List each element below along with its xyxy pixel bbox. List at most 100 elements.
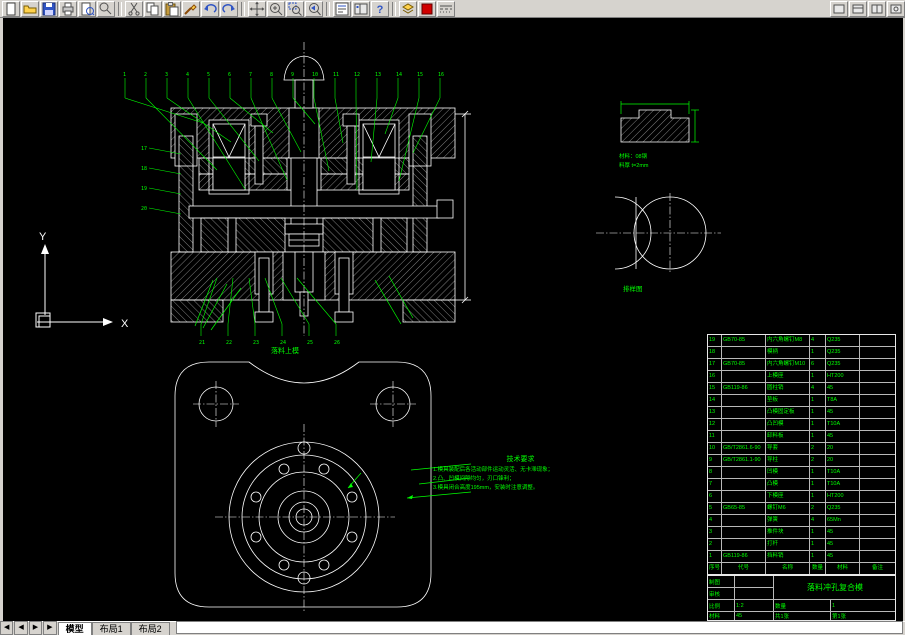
- parts-table-cell: GB119-86: [722, 383, 765, 394]
- workpiece-notes: 材料：08钢 料厚 t=2mm: [619, 153, 649, 171]
- parts-table-cell: 凹模: [766, 467, 809, 478]
- tab-layout2[interactable]: 布局2: [130, 622, 170, 635]
- tab-nav-first-button[interactable]: ◀: [0, 621, 14, 635]
- svg-text:11: 11: [333, 72, 339, 78]
- parts-table-cell: [722, 515, 765, 526]
- parts-table-cell: 1: [810, 431, 825, 442]
- parts-table-cell: [722, 431, 765, 442]
- copy-icon[interactable]: [144, 0, 162, 17]
- cut-icon[interactable]: [125, 0, 143, 17]
- tab-model[interactable]: 模型: [57, 622, 92, 635]
- toolbar: ?: [0, 0, 905, 18]
- parts-table-cell: GB70-85: [722, 335, 765, 346]
- match-properties-icon[interactable]: [182, 0, 200, 17]
- parts-table-cell: 螺钉M6: [766, 503, 809, 514]
- parts-table-cell: 卸料板: [766, 431, 809, 442]
- svg-text:?: ?: [377, 4, 384, 16]
- parts-table-cell: [860, 359, 895, 370]
- svg-text:19: 19: [141, 186, 147, 192]
- tab-layout1[interactable]: 布局1: [91, 622, 131, 635]
- parts-table-cell: 1: [810, 551, 825, 562]
- undo-icon[interactable]: [201, 0, 219, 17]
- svg-text:21: 21: [199, 340, 205, 346]
- toolbar-button[interactable]: [868, 0, 886, 17]
- title-block-label: 比例: [708, 600, 734, 611]
- toolbar-button[interactable]: [830, 0, 848, 17]
- parts-table-cell: 2: [708, 539, 721, 550]
- parts-table-cell: 4: [810, 383, 825, 394]
- strip-layout-label: 排样图: [623, 286, 643, 293]
- properties-icon[interactable]: [333, 0, 351, 17]
- svg-text:22: 22: [226, 340, 232, 346]
- parts-table-cell: 17: [708, 359, 721, 370]
- parts-table-cell: 4: [810, 335, 825, 346]
- parts-table-cell: 14: [708, 395, 721, 406]
- parts-table-cell: [860, 443, 895, 454]
- parts-table-cell: [722, 467, 765, 478]
- parts-table-cell: 45: [826, 383, 859, 394]
- zoom-previous-icon[interactable]: [305, 0, 323, 17]
- save-icon[interactable]: [40, 0, 58, 17]
- find-icon[interactable]: [97, 0, 115, 17]
- parts-table-cell: HT200: [826, 371, 859, 382]
- drawing-canvas[interactable]: 1 2 3 4 5 6 7 8 9 10 11 12 13 14 15 16 17 18 19 20 21 22 23 24 2…: [0, 18, 905, 621]
- print-icon[interactable]: [59, 0, 77, 17]
- parts-table-cell: 数量: [810, 563, 825, 574]
- zoom-window-icon[interactable]: [286, 0, 304, 17]
- redo-icon[interactable]: [220, 0, 238, 17]
- linetype-icon[interactable]: [437, 0, 455, 17]
- help-icon[interactable]: ?: [371, 0, 389, 17]
- tab-nav-last-button[interactable]: ▶: [43, 621, 57, 635]
- toolbar-button[interactable]: [887, 0, 905, 17]
- drawing-title: 落料冲孔复合模: [774, 576, 895, 599]
- parts-table-cell: 16: [708, 371, 721, 382]
- parts-table-cell: 2: [810, 503, 825, 514]
- horizontal-scrollbar[interactable]: [175, 621, 903, 634]
- parts-table-cell: 打杆: [766, 539, 809, 550]
- ucs-x-label: X: [121, 318, 129, 330]
- parts-table-cell: 1: [708, 551, 721, 562]
- strip-layout-view: [596, 193, 721, 273]
- tech-requirements: 技术要求 1.模具装配后各活动部件运动灵活、无卡滞现象； 2.凸、凹模间隙均匀，刃…: [433, 454, 608, 493]
- svg-text:23: 23: [253, 340, 259, 346]
- svg-text:2: 2: [144, 72, 147, 78]
- title-block-sheet-no: 第1张: [831, 612, 895, 620]
- parts-table-cell: 1: [810, 407, 825, 418]
- parts-table-cell: 上模座: [766, 371, 809, 382]
- parts-table-cell: 1: [810, 371, 825, 382]
- parts-table-cell: 9: [708, 455, 721, 466]
- paste-icon[interactable]: [163, 0, 181, 17]
- parts-table-cell: 挡料销: [766, 551, 809, 562]
- model-space[interactable]: 1 2 3 4 5 6 7 8 9 10 11 12 13 14 15 16 17 18 19 20 21 22 23 24 2…: [3, 18, 903, 621]
- parts-table-cell: 20: [826, 443, 859, 454]
- tab-nav-next-button[interactable]: ▶: [28, 621, 43, 635]
- parts-table-cell: GB70-85: [722, 359, 765, 370]
- parts-table-cell: [860, 371, 895, 382]
- parts-table-cell: 圆柱销: [766, 383, 809, 394]
- parts-table-cell: 垫板: [766, 395, 809, 406]
- parts-table-cell: [860, 347, 895, 358]
- parts-table-cell: 3: [708, 527, 721, 538]
- zoom-realtime-icon[interactable]: [267, 0, 285, 17]
- toolbar-button[interactable]: [849, 0, 867, 17]
- design-center-icon[interactable]: [352, 0, 370, 17]
- parts-table-cell: Q235: [826, 335, 859, 346]
- parts-table-cell: 导柱: [766, 455, 809, 466]
- open-file-icon[interactable]: [21, 0, 39, 17]
- new-file-icon[interactable]: [2, 0, 20, 17]
- title-block-sheets: 共1张: [774, 612, 830, 620]
- color-control-icon[interactable]: [418, 0, 436, 17]
- pan-icon[interactable]: [248, 0, 266, 17]
- tab-nav-prev-button[interactable]: ◀: [14, 621, 28, 635]
- parts-table-cell: [860, 335, 895, 346]
- svg-text:16: 16: [438, 72, 444, 78]
- svg-text:12: 12: [354, 72, 360, 78]
- parts-table-cell: 11: [708, 431, 721, 442]
- parts-table-cell: 45: [826, 407, 859, 418]
- svg-text:1: 1: [123, 72, 126, 78]
- parts-table-cell: [860, 395, 895, 406]
- layers-icon[interactable]: [399, 0, 417, 17]
- tech-requirement-line: 1.模具装配后各活动部件运动灵活、无卡滞现象；: [433, 467, 554, 473]
- print-preview-icon[interactable]: [78, 0, 96, 17]
- layout-tab-bar: ◀ ◀ ▶ ▶ 模型 布局1 布局2: [0, 621, 905, 635]
